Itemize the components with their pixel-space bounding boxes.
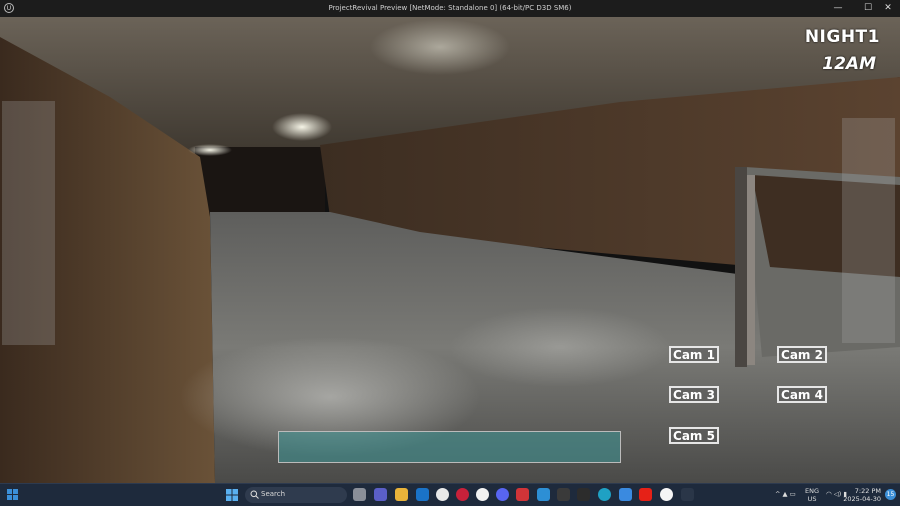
window-title-bar: U ProjectRevival Preview [NetMode: Stand… — [0, 0, 900, 17]
region-label: US — [807, 495, 817, 503]
app-red-icon[interactable] — [516, 488, 529, 501]
cam-5-button[interactable]: Cam 5 — [669, 427, 719, 444]
close-button[interactable]: ✕ — [877, 1, 899, 16]
cam-1-button[interactable]: Cam 1 — [669, 346, 719, 363]
edge-icon[interactable] — [598, 488, 611, 501]
opera-icon[interactable] — [456, 488, 469, 501]
cam-2-button[interactable]: Cam 2 — [777, 346, 827, 363]
start-button-icon[interactable] — [225, 488, 239, 502]
window-title: ProjectRevival Preview [NetMode: Standal… — [328, 4, 572, 12]
night-indicator: NIGHT1 — [804, 27, 880, 47]
outlook-icon[interactable] — [416, 488, 429, 501]
music-icon[interactable] — [476, 488, 489, 501]
app-terminal-icon[interactable] — [557, 488, 570, 501]
time-indicator: 12AM — [822, 54, 876, 74]
taskbar: Search ^ ▲ ▭ ENG US ◠ ◁) ▮ 7:22 PM 2025-… — [0, 483, 900, 506]
notification-badge[interactable]: 15 — [885, 489, 896, 500]
youtube-icon[interactable] — [639, 488, 652, 501]
discord-icon[interactable] — [496, 488, 509, 501]
language-label: ENG — [805, 487, 820, 495]
tray-icons[interactable]: ^ ▲ ▭ — [775, 490, 796, 498]
taskbar-search[interactable]: Search — [245, 487, 347, 503]
right-door-panel[interactable] — [842, 118, 895, 343]
search-placeholder: Search — [261, 490, 286, 498]
corridor-scene — [0, 17, 900, 483]
search-icon — [250, 490, 259, 499]
task-view-icon[interactable] — [353, 488, 366, 501]
teams-icon[interactable] — [374, 488, 387, 501]
clock-date: 2025-04-30 — [843, 495, 881, 503]
widgets-icon[interactable] — [6, 488, 19, 501]
minimize-button[interactable]: — — [827, 1, 849, 16]
clock-time: 7:22 PM — [854, 487, 881, 495]
left-door-panel[interactable] — [2, 101, 55, 345]
notion-icon[interactable] — [577, 488, 590, 501]
language-indicator[interactable]: ENG US — [805, 487, 819, 503]
app-blue-icon[interactable] — [619, 488, 632, 501]
app-bolt-icon[interactable] — [681, 488, 694, 501]
game-viewport[interactable]: NIGHT1 12AM Cam 1 Cam 2 Cam 3 Cam 4 Cam … — [0, 17, 900, 483]
cam-4-button[interactable]: Cam 4 — [777, 386, 827, 403]
maximize-button[interactable]: ☐ — [857, 1, 879, 16]
cam-3-button[interactable]: Cam 3 — [669, 386, 719, 403]
photos-icon[interactable] — [537, 488, 550, 501]
taskbar-clock[interactable]: 7:22 PM 2025-04-30 — [843, 487, 881, 503]
unreal-icon[interactable] — [660, 488, 673, 501]
camera-info-bar[interactable] — [278, 431, 621, 463]
chrome-icon[interactable] — [436, 488, 449, 501]
folder-icon[interactable] — [395, 488, 408, 501]
